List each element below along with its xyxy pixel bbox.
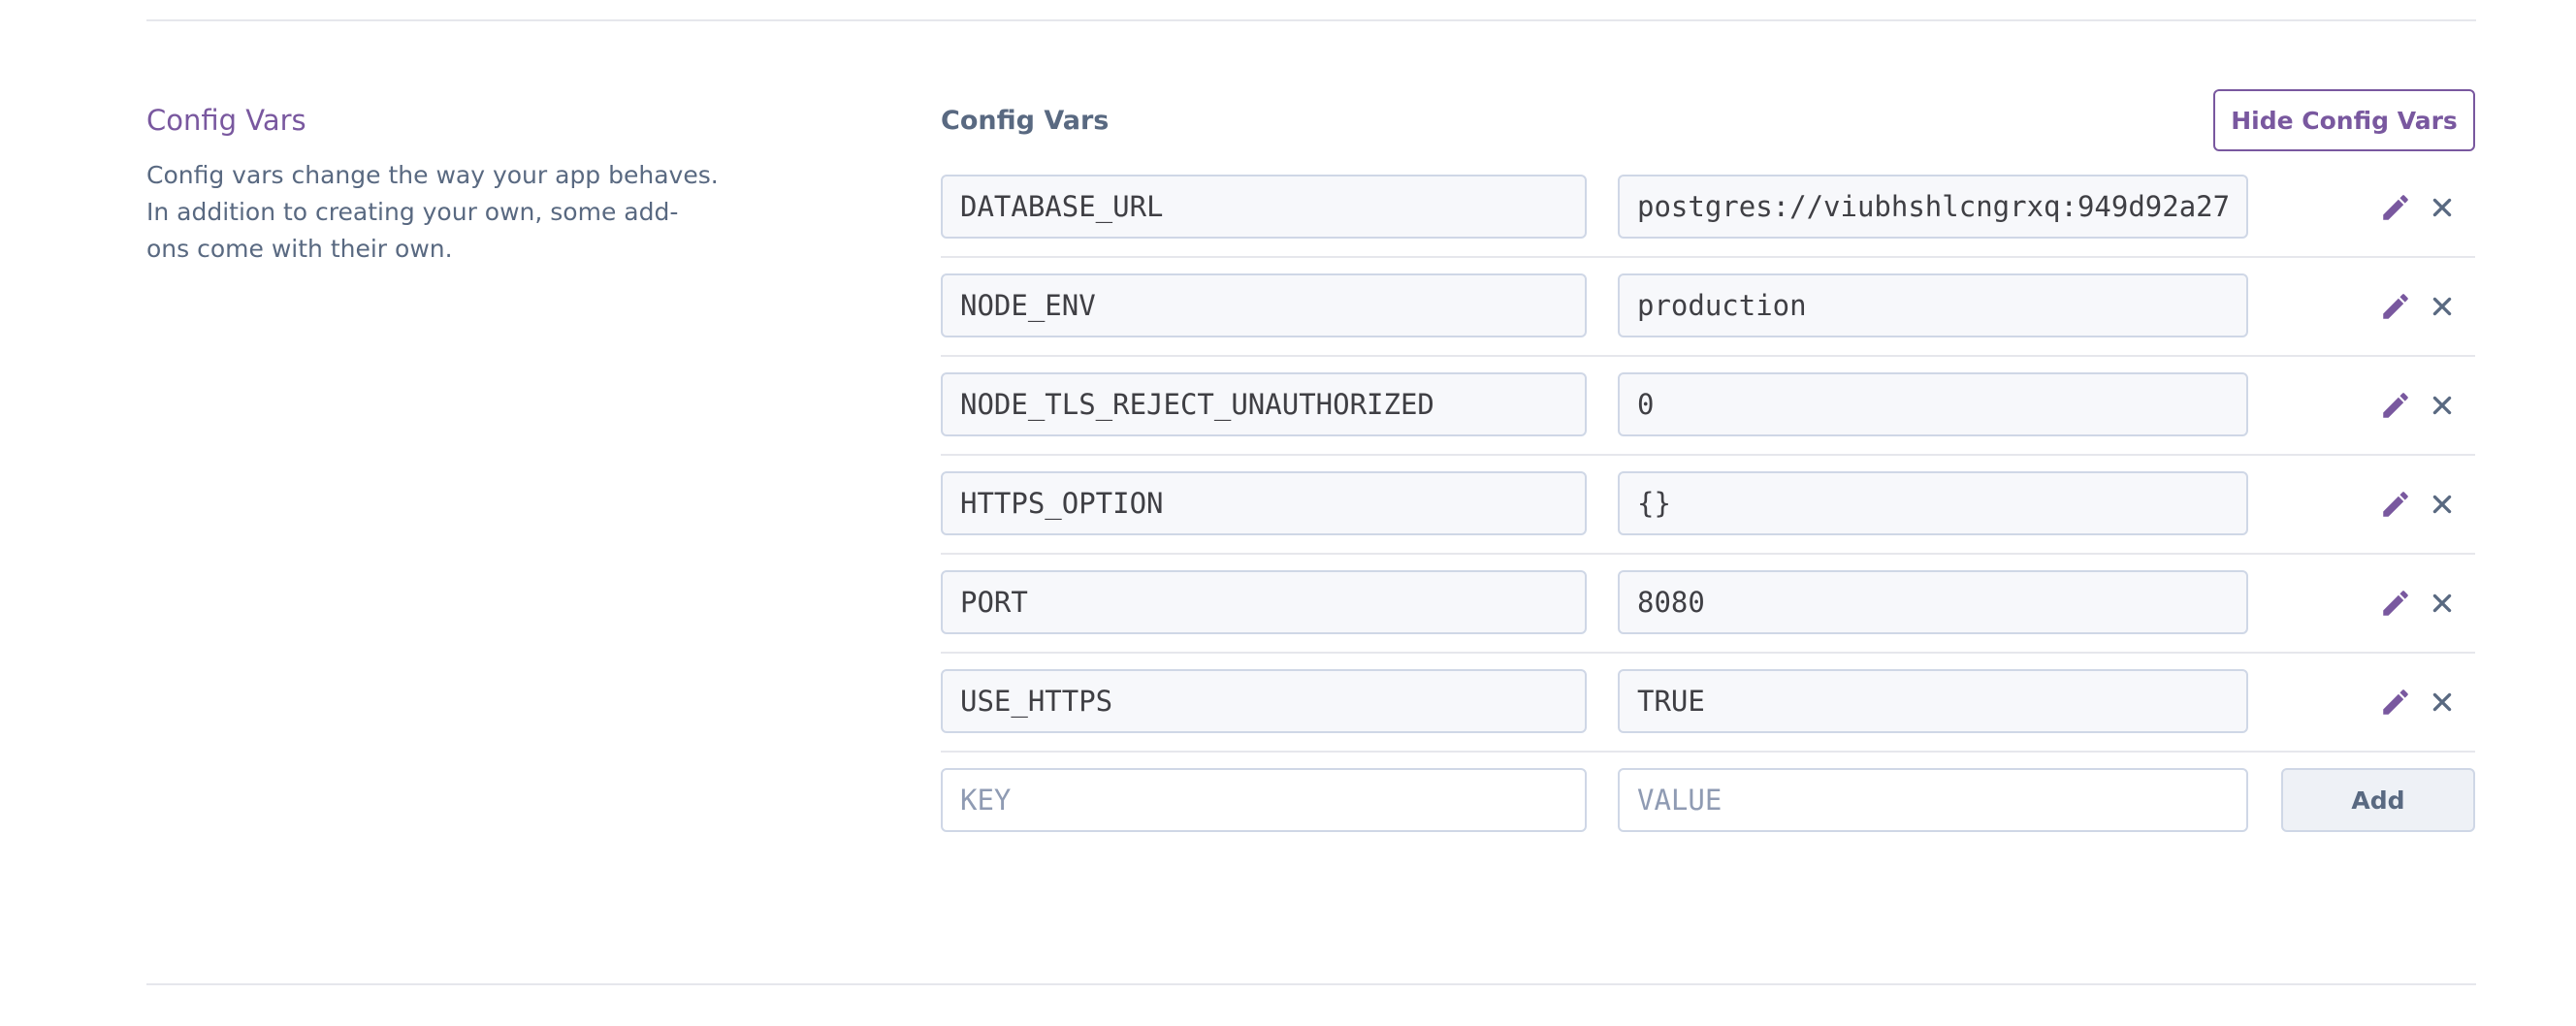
config-var-value-input[interactable]: [1618, 669, 2248, 733]
pencil-icon[interactable]: [2376, 584, 2415, 623]
config-var-row: [941, 654, 2475, 753]
section-intro: Config Vars Config vars change the way y…: [146, 101, 719, 268]
config-var-key-input[interactable]: [941, 570, 1587, 634]
close-icon[interactable]: [2423, 287, 2462, 326]
close-icon[interactable]: [2423, 188, 2462, 227]
config-vars-panel: Config Vars Hide Config Vars Add: [941, 89, 2475, 851]
config-var-key-input[interactable]: [941, 175, 1587, 239]
config-var-key-input[interactable]: [941, 669, 1587, 733]
new-config-var-row: Add: [941, 753, 2475, 851]
panel-title: Config Vars: [941, 106, 1110, 136]
config-var-value-input[interactable]: [1618, 372, 2248, 436]
section-description: Config vars change the way your app beha…: [146, 161, 719, 263]
pencil-icon[interactable]: [2376, 386, 2415, 425]
pencil-icon[interactable]: [2376, 287, 2415, 326]
config-var-value-input[interactable]: [1618, 175, 2248, 239]
config-var-row: [941, 357, 2475, 456]
config-var-value-input[interactable]: [1618, 273, 2248, 337]
new-value-input[interactable]: [1618, 768, 2248, 832]
config-var-row: [941, 159, 2475, 258]
close-icon[interactable]: [2423, 683, 2462, 721]
section-title: Config Vars: [146, 104, 306, 137]
config-vars-list: Add: [941, 159, 2475, 851]
pencil-icon[interactable]: [2376, 188, 2415, 227]
top-divider: [146, 19, 2476, 21]
config-var-value-input[interactable]: [1618, 570, 2248, 634]
config-var-row: [941, 456, 2475, 555]
hide-config-vars-button[interactable]: Hide Config Vars: [2213, 89, 2475, 151]
config-var-value-input[interactable]: [1618, 471, 2248, 535]
config-var-row: [941, 258, 2475, 357]
close-icon[interactable]: [2423, 485, 2462, 524]
pencil-icon[interactable]: [2376, 683, 2415, 721]
new-key-input[interactable]: [941, 768, 1587, 832]
pencil-icon[interactable]: [2376, 485, 2415, 524]
add-button[interactable]: Add: [2281, 768, 2475, 832]
config-var-key-input[interactable]: [941, 372, 1587, 436]
close-icon[interactable]: [2423, 584, 2462, 623]
panel-header: Config Vars Hide Config Vars: [941, 89, 2475, 151]
config-var-key-input[interactable]: [941, 273, 1587, 337]
close-icon[interactable]: [2423, 386, 2462, 425]
config-var-row: [941, 555, 2475, 654]
config-var-key-input[interactable]: [941, 471, 1587, 535]
bottom-divider: [146, 983, 2476, 985]
